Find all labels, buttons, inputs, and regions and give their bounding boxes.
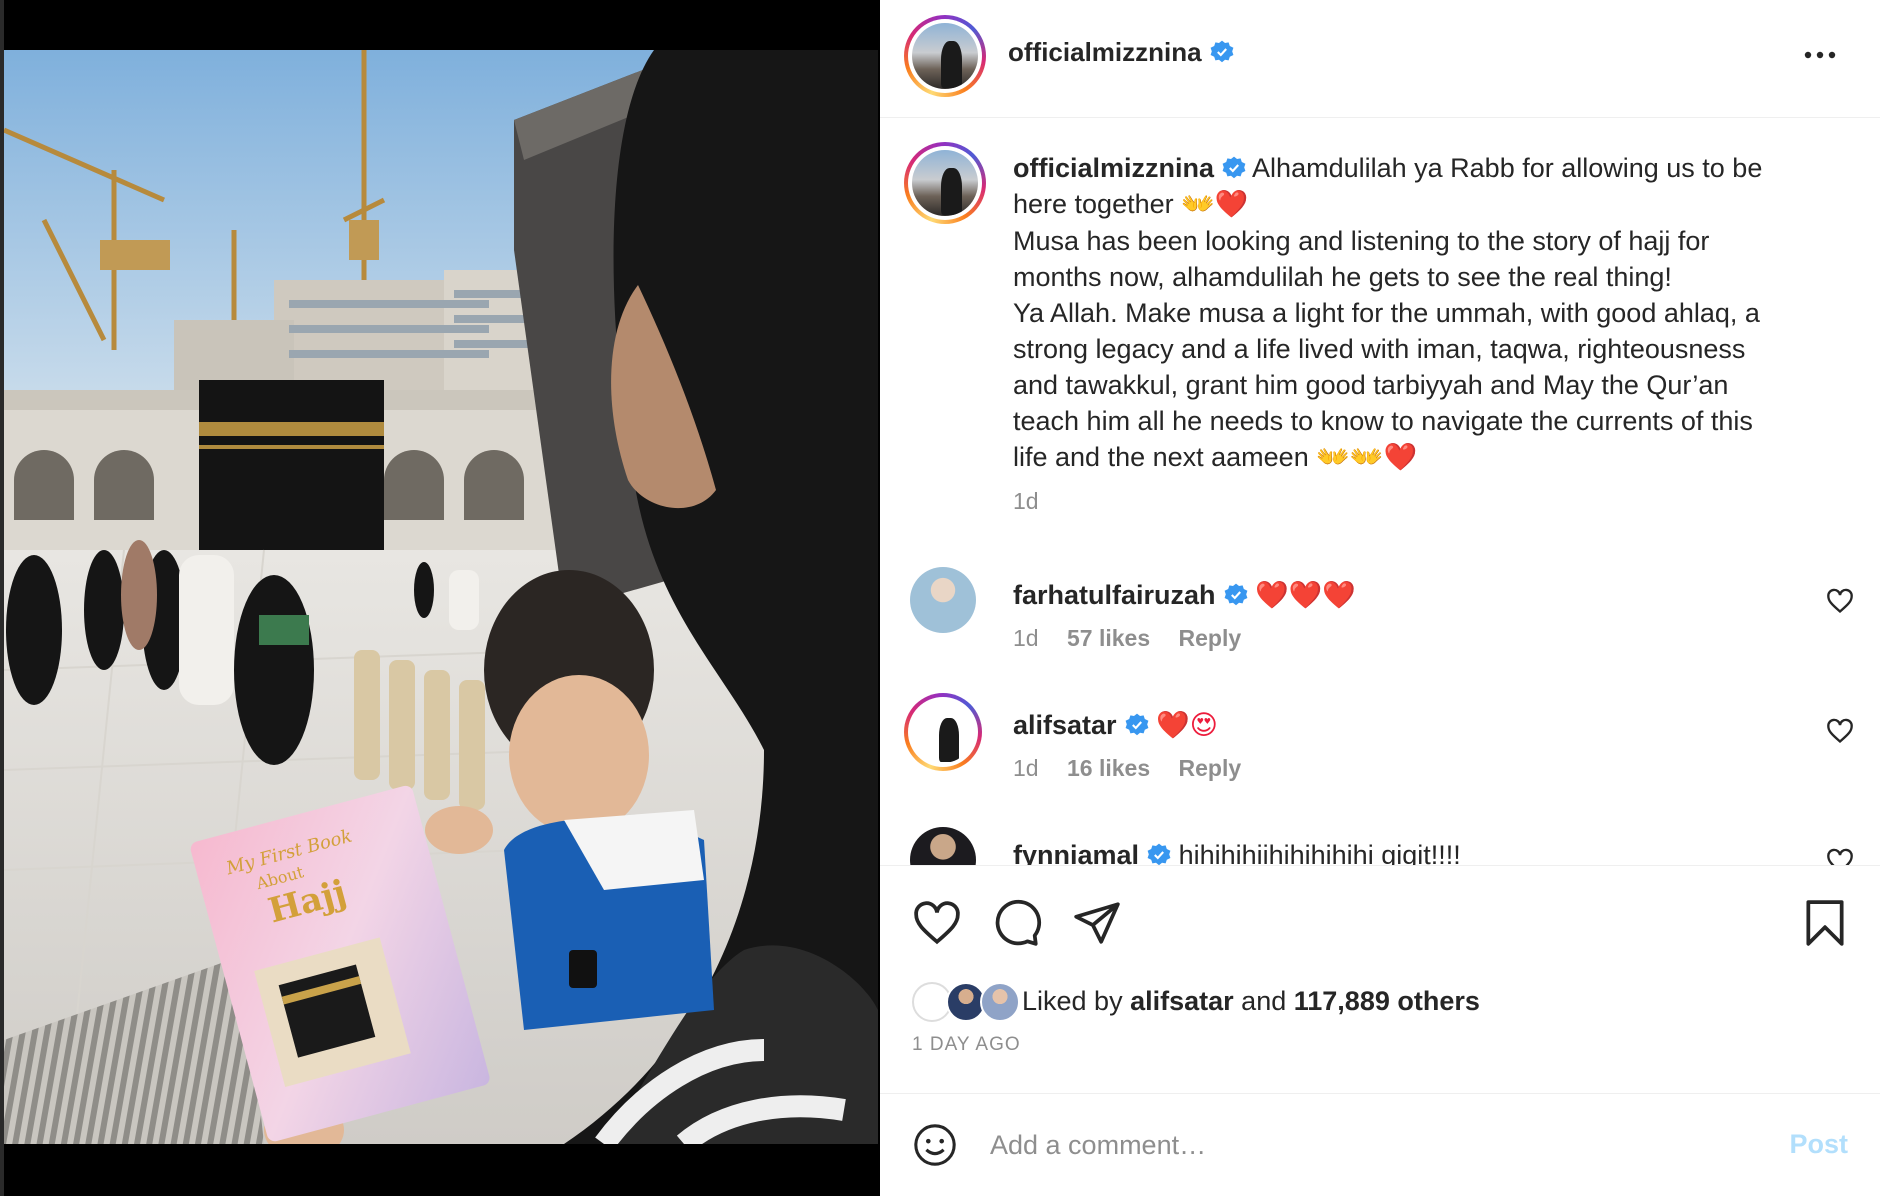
caption-line: Alhamdulilah ya Rabb for allowing us to … xyxy=(1252,153,1763,183)
verified-badge-icon xyxy=(1222,156,1246,179)
likes-count[interactable]: 117,889 others xyxy=(1294,986,1480,1016)
liked-by-user[interactable]: alifsatar xyxy=(1130,986,1234,1016)
post-sidebar: officialmizznina officialmizznina Alhamd… xyxy=(880,0,1880,1196)
caption-line: here together xyxy=(1013,189,1174,219)
verified-badge-icon xyxy=(1224,583,1247,606)
verified-badge-icon xyxy=(1147,843,1171,865)
post-header: officialmizznina xyxy=(880,0,1880,118)
emoji-picker-icon[interactable] xyxy=(912,1122,958,1168)
commenter-avatar[interactable] xyxy=(904,693,982,771)
comment-like-icon[interactable] xyxy=(1826,847,1854,866)
add-comment-input[interactable] xyxy=(990,1122,1710,1168)
caption-line: teach him all he needs to know to naviga… xyxy=(1013,406,1753,436)
like-heart-icon[interactable] xyxy=(912,898,962,948)
comment-timestamp[interactable]: 1d xyxy=(1013,755,1039,781)
comment-text: ❤️😍 xyxy=(1156,710,1218,741)
comment-like-icon[interactable] xyxy=(1826,717,1854,745)
caption-avatar[interactable] xyxy=(904,142,986,224)
comment-likes[interactable]: 57 likes xyxy=(1067,625,1150,651)
post-photo[interactable]: My First Book About Hajj xyxy=(4,50,878,1144)
post-media: My First Book About Hajj xyxy=(0,0,880,1196)
comment-text: hihihihiihihihihihi gigit!!!! xyxy=(1178,840,1461,866)
verified-badge-icon xyxy=(1210,40,1233,63)
liker-avatar xyxy=(980,982,1020,1022)
caption-line: Ya Allah. Make musa a light for the umma… xyxy=(1013,298,1760,328)
more-options-icon[interactable] xyxy=(1800,40,1840,70)
comment-bubble-icon[interactable] xyxy=(992,898,1042,948)
reply-button[interactable]: Reply xyxy=(1179,625,1242,651)
caption-line: Musa has been looking and listening to t… xyxy=(1013,226,1710,256)
caption-username[interactable]: officialmizznina xyxy=(1013,153,1214,183)
share-send-icon[interactable] xyxy=(1072,898,1122,948)
caption-emoji: 👐❤️ xyxy=(1181,189,1249,220)
author-username[interactable]: officialmizznina xyxy=(1008,37,1234,68)
caption-emoji: 👐👐❤️ xyxy=(1316,442,1418,473)
commenter-avatar[interactable] xyxy=(910,567,976,633)
post-comment-button[interactable]: Post xyxy=(1789,1129,1848,1160)
save-bookmark-icon[interactable] xyxy=(1800,898,1850,948)
caption-line: strong legacy and a life lived with iman… xyxy=(1013,334,1746,364)
post-date[interactable]: 1 DAY AGO xyxy=(912,1034,1021,1056)
liked-by-joiner: and xyxy=(1241,986,1287,1016)
comment-timestamp[interactable]: 1d xyxy=(1013,625,1039,651)
post-actions: Liked by alifsatar and 117,889 others 1 … xyxy=(880,868,1880,1094)
comment-item: farhatulfairuzah ❤️❤️❤️ 1d 57 likes Repl… xyxy=(880,567,1880,697)
add-comment-bar: Post xyxy=(880,1094,1880,1196)
commenter-username[interactable]: alifsatar xyxy=(1013,710,1117,740)
commenter-username[interactable]: farhatulfairuzah xyxy=(1013,580,1216,610)
author-avatar[interactable] xyxy=(904,15,986,97)
comment-like-icon[interactable] xyxy=(1826,587,1854,615)
reply-button[interactable]: Reply xyxy=(1179,755,1242,781)
comment-item: alifsatar ❤️😍 1d 16 likes Reply xyxy=(880,693,1880,827)
caption-line: life and the next aameen xyxy=(1013,442,1309,472)
caption-timestamp[interactable]: 1d xyxy=(1013,488,1039,515)
commenter-username[interactable]: fynniamal xyxy=(1013,840,1139,865)
commenter-avatar[interactable] xyxy=(910,827,976,865)
caption-line: and tawakkul, grant him good tarbiyyah a… xyxy=(1013,370,1729,400)
comment-text: ❤️❤️❤️ xyxy=(1255,580,1356,611)
comment-item: fynniamal hihihihiihihihihihi gigit!!!! xyxy=(880,827,1880,866)
comment-likes[interactable]: 16 likes xyxy=(1067,755,1150,781)
comments-list[interactable]: officialmizznina Alhamdulilah ya Rabb fo… xyxy=(880,119,1880,866)
verified-badge-icon xyxy=(1125,713,1148,736)
caption-line: months now, alhamdulilah he gets to see … xyxy=(1013,262,1672,292)
liked-by-prefix: Liked by xyxy=(1022,986,1123,1016)
